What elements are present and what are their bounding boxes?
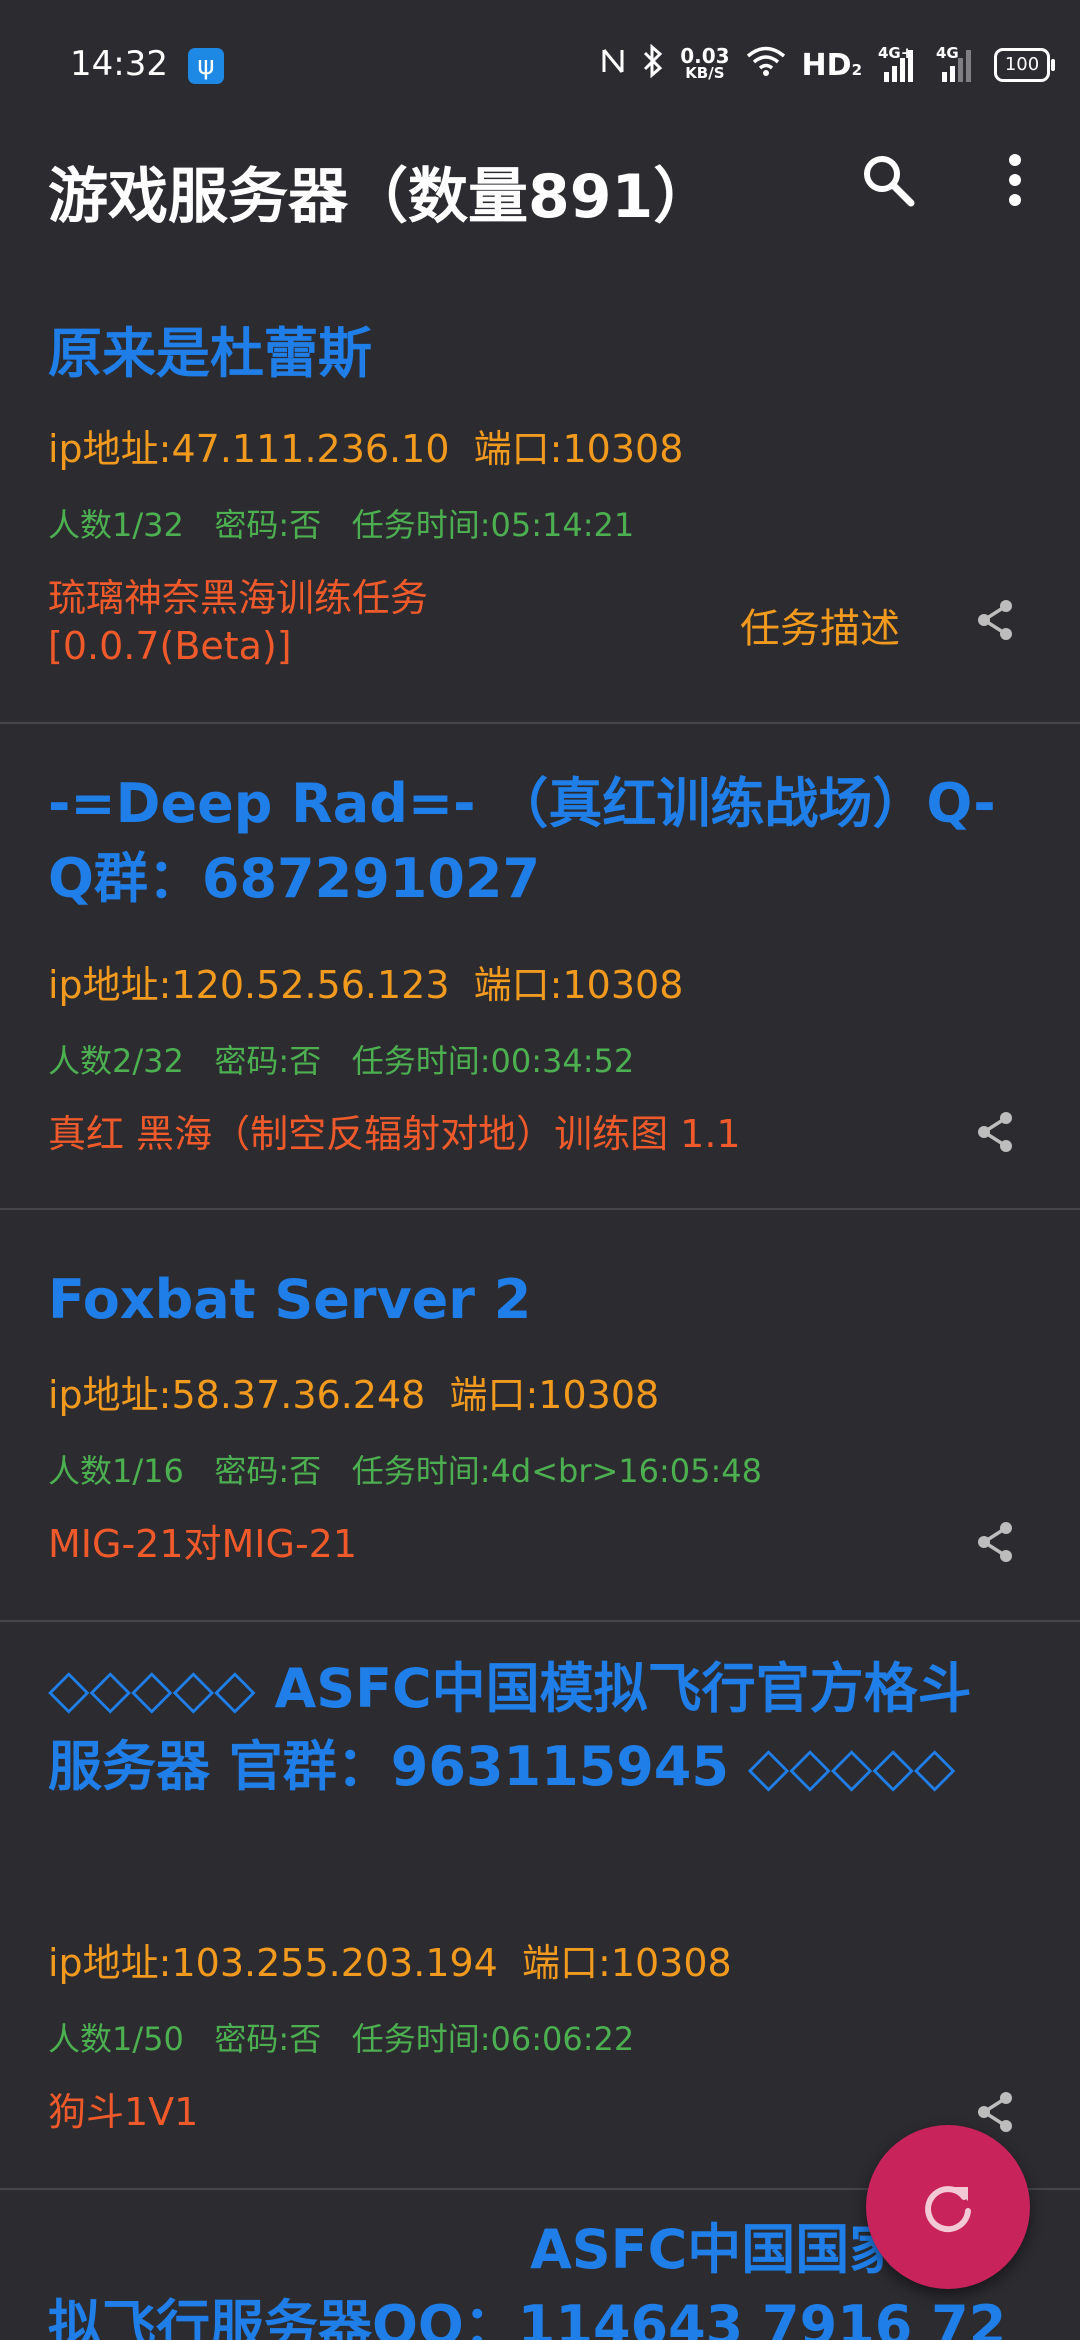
port-label: 端口: <box>473 963 563 1007</box>
server-address: ip地址:103.255.203.194 端口:10308 <box>48 1932 732 1987</box>
wifi-icon <box>746 45 786 86</box>
port-label: 端口: <box>522 1941 611 1985</box>
network-speed: 0.03 KB/S <box>680 44 730 82</box>
password-label: 密码: <box>214 2020 290 2058</box>
players-value: 1/50 <box>112 2020 184 2058</box>
server-meta: 人数2/32 密码:否 任务时间:00:34:52 <box>48 1036 634 1082</box>
ip-value: 120.52.56.123 <box>171 963 450 1007</box>
mission-name: MIG-21对MIG-21 <box>48 1522 358 1566</box>
mission-time-label: 任务时间: <box>351 1452 491 1490</box>
page-title: 游戏服务器（数量891） <box>48 162 714 232</box>
ip-value: 103.255.203.194 <box>171 1941 498 1985</box>
server-address: ip地址:120.52.56.123 端口:10308 <box>48 954 683 1009</box>
mission-time-value: 4d<br>16:05:48 <box>490 1452 762 1490</box>
usb-icon: ψ <box>188 48 224 84</box>
server-name: Foxbat Server 2 <box>48 1268 532 1331</box>
status-icons: 0.03 KB/S HD2 4G+ 4G 100 <box>600 40 1055 90</box>
mission-time-value: 06:06:22 <box>490 2020 635 2058</box>
share-icon <box>978 2092 1012 2132</box>
server-name: -=Deep Rad=- （真红训练战场）Q-Q群：687291027 <box>48 772 996 910</box>
server-name: ◇◇◇◇◇ ASFC中国模拟飞行官方格斗服务器 官群：963115945 ◇◇◇… <box>48 1657 972 1798</box>
server-address: ip地址:58.37.36.248 端口:10308 <box>48 1364 659 1419</box>
share-button[interactable] <box>975 1110 1015 1154</box>
signal-strength-2: 4G <box>936 44 978 82</box>
ip-label: ip地址: <box>48 1373 172 1417</box>
server-name-line2: 拟飞行服务器QQ：114643 7916 72 <box>48 2294 1007 2340</box>
server-meta: 人数1/16 密码:否 任务时间:4d<br>16:05:48 <box>48 1446 762 1492</box>
hd-voice-indicator: HD2 <box>802 48 862 83</box>
password-value: 否 <box>289 1452 322 1490</box>
share-icon <box>978 600 1012 640</box>
players-value: 2/32 <box>112 1042 184 1080</box>
ip-label: ip地址: <box>48 963 172 1007</box>
mission-time-label: 任务时间: <box>351 506 491 544</box>
share-icon <box>978 1112 1012 1152</box>
ip-value: 58.37.36.248 <box>171 1373 426 1417</box>
server-meta: 人数1/32 密码:否 任务时间:05:14:21 <box>48 500 634 546</box>
network-speed-value: 0.03 <box>680 44 730 68</box>
players-value: 1/32 <box>112 506 184 544</box>
share-button[interactable] <box>975 598 1015 642</box>
network-speed-unit: KB/S <box>685 64 725 82</box>
players-label: 人数 <box>48 506 113 544</box>
battery-level: 100 <box>1004 54 1040 75</box>
status-time: 14:32 <box>70 44 168 84</box>
hd-label: HD <box>801 47 852 83</box>
password-label: 密码: <box>214 1042 290 1080</box>
mission-time-value: 00:34:52 <box>490 1042 635 1080</box>
password-value: 否 <box>289 1042 322 1080</box>
password-label: 密码: <box>214 506 290 544</box>
ip-label: ip地址: <box>48 427 172 471</box>
players-label: 人数 <box>48 1452 113 1490</box>
ip-value: 47.111.236.10 <box>171 427 450 471</box>
port-value: 10308 <box>538 1373 660 1417</box>
password-label: 密码: <box>214 1452 290 1490</box>
more-options-button[interactable] <box>1000 150 1030 210</box>
mission-description-link[interactable]: 任务描述 <box>740 596 900 654</box>
battery-icon: 100 <box>994 48 1055 82</box>
signal-2-label: 4G <box>936 44 959 62</box>
signal-1-label: 4G+ <box>878 44 914 62</box>
mission-time-label: 任务时间: <box>351 1042 491 1080</box>
status-bar: 14:32 ψ 0.03 KB/S HD2 4G+ 4G 100 <box>0 0 1080 132</box>
players-label: 人数 <box>48 2020 113 2058</box>
bluetooth-icon <box>642 43 664 86</box>
server-card[interactable]: ◇◇◇◇◇ ASFC中国模拟飞行官方格斗服务器 官群：963115945 ◇◇◇… <box>0 1622 1080 2190</box>
server-card[interactable]: Foxbat Server 2 ip地址:58.37.36.248 端口:103… <box>0 1210 1080 1622</box>
search-icon <box>864 156 915 207</box>
password-value: 否 <box>289 506 322 544</box>
players-label: 人数 <box>48 1042 113 1080</box>
mission-time-label: 任务时间: <box>351 2020 491 2058</box>
mission-name: 狗斗1V1 <box>48 2090 199 2134</box>
port-label: 端口: <box>449 1373 539 1417</box>
app-bar: 游戏服务器（数量891） <box>0 132 1080 244</box>
share-button[interactable] <box>975 2090 1015 2134</box>
players-value: 1/16 <box>112 1452 184 1490</box>
more-vert-icon <box>1009 154 1021 206</box>
share-icon <box>978 1522 1012 1562</box>
server-address: ip地址:47.111.236.10 端口:10308 <box>48 418 683 473</box>
port-value: 10308 <box>562 963 684 1007</box>
hd-sub: 2 <box>851 60 862 79</box>
mission-name: 真红 黑海（制空反辐射对地）训练图 1.1 <box>48 1112 741 1156</box>
ip-label: ip地址: <box>48 1941 172 1985</box>
nfc-icon <box>600 46 626 84</box>
server-meta: 人数1/50 密码:否 任务时间:06:06:22 <box>48 2014 634 2060</box>
mission-time-value: 05:14:21 <box>490 506 635 544</box>
refresh-icon <box>925 2186 971 2233</box>
port-value: 10308 <box>562 427 684 471</box>
share-button[interactable] <box>975 1520 1015 1564</box>
port-label: 端口: <box>473 427 563 471</box>
mission-name: 琉璃神奈黑海训练任务[0.0.7(Beta)] <box>48 576 429 668</box>
server-card[interactable]: -=Deep Rad=- （真红训练战场）Q-Q群：687291027 ip地址… <box>0 724 1080 1210</box>
server-name: 原来是杜蕾斯 <box>48 322 372 385</box>
server-card[interactable]: 原来是杜蕾斯 ip地址:47.111.236.10 端口:10308 人数1/3… <box>0 270 1080 724</box>
search-button[interactable] <box>858 150 918 210</box>
refresh-button[interactable] <box>866 2125 1030 2289</box>
signal-strength-1: 4G+ <box>878 44 920 82</box>
password-value: 否 <box>289 2020 322 2058</box>
port-value: 10308 <box>610 1941 732 1985</box>
